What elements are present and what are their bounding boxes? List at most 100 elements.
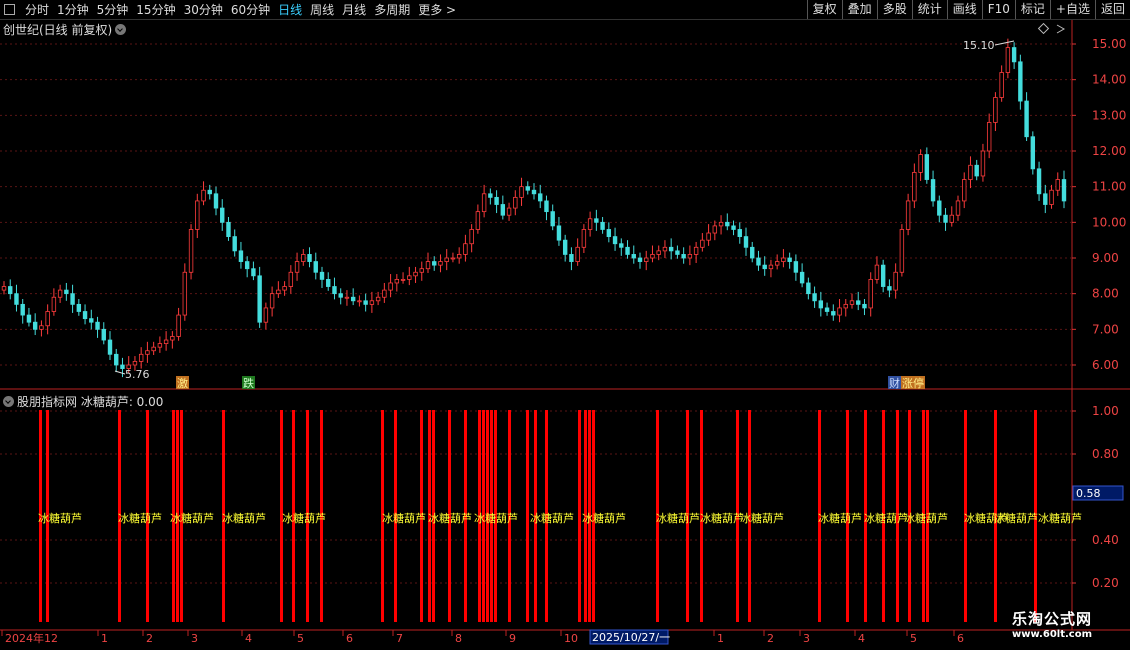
candle-body <box>463 243 468 255</box>
candle-body <box>712 225 718 234</box>
candle-body <box>924 154 930 180</box>
candle-body <box>39 325 44 330</box>
price-tick-label: 11.00 <box>1092 180 1126 194</box>
price-tick-label: 14.00 <box>1092 73 1126 87</box>
price-tick-label: 8.00 <box>1092 287 1119 301</box>
candle-body <box>432 261 437 266</box>
candle-body <box>357 300 362 303</box>
candle-body <box>943 214 948 223</box>
watermark-title: 乐淘公式网 <box>1011 610 1092 628</box>
candle-body <box>887 286 892 291</box>
candle-body <box>369 300 375 305</box>
candle-body <box>824 307 830 312</box>
candle-body <box>407 275 412 280</box>
signal-label: 冰糖葫芦 <box>474 511 518 525</box>
candle-body <box>1011 47 1017 63</box>
signal-label: 冰糖葫芦 <box>38 511 82 525</box>
candle-body <box>562 239 568 255</box>
candle-body <box>675 250 680 255</box>
candle-body <box>619 243 624 248</box>
candle-body <box>837 307 842 316</box>
candle-body <box>1049 189 1054 205</box>
candle-body <box>132 361 138 366</box>
time-axis-label: 8 <box>455 632 462 645</box>
candle-body <box>1024 100 1029 138</box>
candle-body <box>469 229 474 245</box>
time-axis-label: 6 <box>346 632 353 645</box>
candle-body <box>207 189 212 195</box>
candle-body <box>650 254 655 259</box>
candle-body <box>587 218 593 230</box>
candle-body <box>918 154 923 173</box>
candle-body <box>319 271 325 280</box>
candle-body <box>1043 193 1048 205</box>
candle-body <box>232 236 237 252</box>
candle-body <box>419 268 424 273</box>
low-price-label: 5.76 <box>125 368 150 381</box>
candle-body <box>251 268 256 277</box>
candle-body <box>550 211 555 227</box>
candle-body <box>282 286 287 291</box>
price-tick-label: 7.00 <box>1092 322 1119 336</box>
candle-body <box>182 271 188 316</box>
candle-body <box>793 261 799 273</box>
signal-label: 冰糖葫芦 <box>656 511 700 525</box>
candle-body <box>363 300 368 305</box>
candle-body <box>332 286 337 295</box>
candle-body <box>893 271 898 291</box>
kline-chart[interactable]: 15.0014.0013.0012.0011.0010.009.008.007.… <box>0 0 1130 650</box>
signal-bar <box>578 410 581 622</box>
candle-body <box>269 293 275 309</box>
signal-label: 冰糖葫芦 <box>222 511 266 525</box>
candle-body <box>338 293 343 298</box>
time-axis-label: 2 <box>146 632 153 645</box>
candle-body <box>631 254 636 259</box>
price-tick-label: 15.00 <box>1092 37 1126 51</box>
candle-body <box>388 282 393 291</box>
time-axis-label: 10 <box>564 632 578 645</box>
time-axis-label: 4 <box>245 632 252 645</box>
candle-body <box>500 204 506 216</box>
signal-label: 冰糖葫芦 <box>582 511 626 525</box>
candle-body <box>806 282 811 295</box>
signal-label: 冰糖葫芦 <box>864 511 908 525</box>
candle-body <box>849 300 855 305</box>
candle-body <box>606 229 612 237</box>
candle-body <box>930 179 936 202</box>
candle-body <box>394 278 400 284</box>
candle-body <box>731 225 736 230</box>
candle-body <box>20 303 25 316</box>
candle-body <box>668 246 674 252</box>
signal-label: 冰糖葫芦 <box>700 511 744 525</box>
candle-body <box>51 296 57 312</box>
price-tick-label: 9.00 <box>1092 251 1119 265</box>
candle-body <box>725 221 730 227</box>
candle-body <box>581 229 587 248</box>
candle-body <box>600 221 605 230</box>
candle-body <box>257 275 262 323</box>
candle-body <box>986 122 992 152</box>
diamond-icon <box>1037 22 1050 35</box>
candle-body <box>693 246 699 255</box>
candle-body <box>955 200 961 216</box>
time-axis-label: 2024年12 <box>5 631 58 645</box>
candle-body <box>781 257 786 262</box>
signal-label: 冰糖葫芦 <box>1038 511 1082 525</box>
candle-body <box>444 257 449 262</box>
candle-body <box>687 254 693 259</box>
candle-body <box>76 303 82 312</box>
candle-body <box>89 318 94 323</box>
candle-body <box>413 271 418 277</box>
candle-body <box>625 246 630 255</box>
candle-body <box>382 289 387 298</box>
candle-body <box>375 296 381 302</box>
candle-body <box>350 296 356 302</box>
candle-body <box>799 271 805 284</box>
price-tick-label: 10.00 <box>1092 215 1126 229</box>
signal-label: 冰糖葫芦 <box>904 511 948 525</box>
candle-body <box>899 229 905 273</box>
signal-label: 冰糖葫芦 <box>818 511 862 525</box>
candle-body <box>999 72 1004 98</box>
candle-body <box>818 300 824 309</box>
candle-body <box>456 254 462 259</box>
